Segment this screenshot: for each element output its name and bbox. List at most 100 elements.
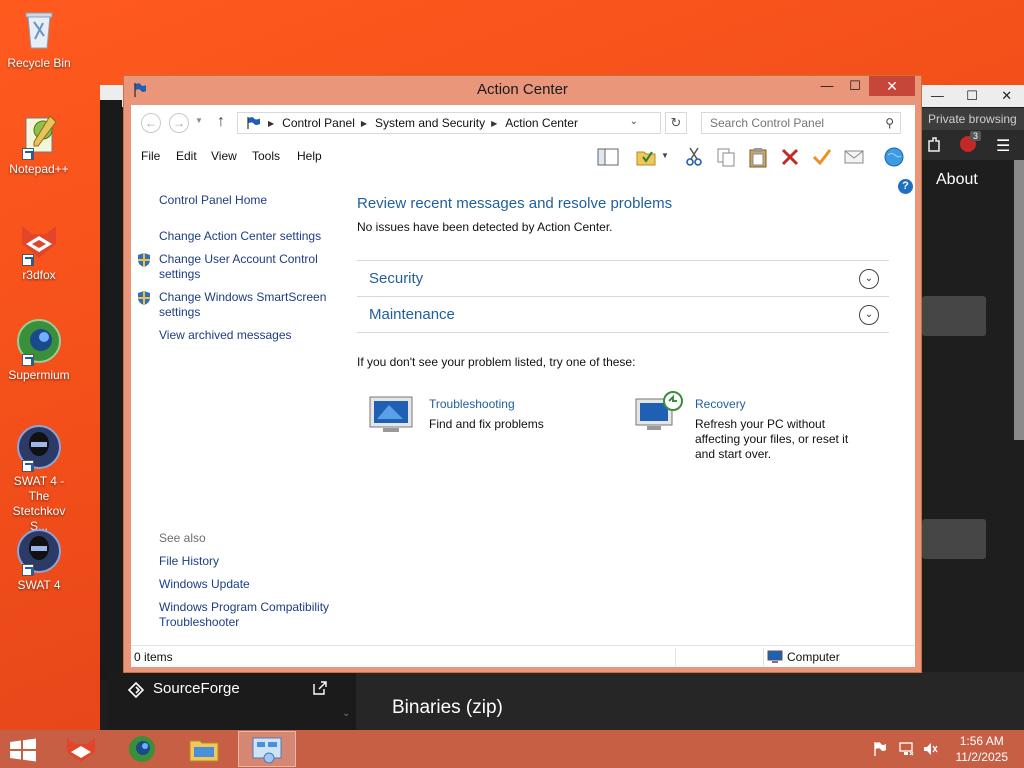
taskbar: 1:56 AM 11/2/2025 (0, 730, 1024, 768)
taskbar-r3dfox[interactable] (52, 731, 110, 767)
desktop-icon-label: Supermium (8, 368, 70, 382)
troubleshooting-link[interactable]: Troubleshooting (429, 397, 515, 411)
action-center-window: Action Center — ☐ ✕ ← → ▼ ↑ ▶ Control Pa… (123, 75, 922, 673)
background-scrollbar[interactable] (1014, 160, 1024, 440)
menu-file[interactable]: File (141, 149, 160, 163)
properties-checkmark-icon[interactable] (811, 146, 833, 168)
sourceforge-logo-icon (128, 682, 144, 698)
help-icon[interactable]: ? (898, 179, 913, 194)
external-link-icon[interactable] (312, 680, 328, 696)
sidebar-link-change-action-center-settings[interactable]: Change Action Center settings (159, 229, 321, 244)
desktop-icon-recycle-bin[interactable]: Recycle Bin (4, 6, 74, 71)
troubleshooting-description: Find and fix problems (429, 417, 544, 431)
back-button[interactable]: ← (141, 113, 161, 133)
sidebar-link-change-smartscreen-settings[interactable]: Change Windows SmartScreen settings (159, 290, 334, 320)
background-panel (922, 519, 986, 559)
see-also-file-history-link[interactable]: File History (159, 554, 219, 569)
see-also-windows-update-link[interactable]: Windows Update (159, 577, 250, 592)
sidebar-link-change-uac-settings[interactable]: Change User Account Control settings (159, 252, 334, 282)
breadcrumb-system-and-security[interactable]: System and Security (375, 116, 485, 130)
recent-locations-dropdown[interactable]: ▼ (195, 116, 203, 125)
email-icon[interactable] (843, 146, 865, 168)
private-browsing-label: Private browsing (922, 108, 1024, 130)
chevron-down-icon: ⌄ (342, 708, 351, 719)
menu-help[interactable]: Help (297, 149, 322, 163)
close-icon[interactable]: ✕ (989, 86, 1024, 106)
sidebar-link-view-archived-messages[interactable]: View archived messages (159, 328, 292, 343)
r3dfox-icon (16, 218, 62, 266)
up-button[interactable]: ↑ (217, 113, 225, 131)
paste-icon[interactable] (747, 146, 769, 168)
window-client-area: ← → ▼ ↑ ▶ Control Panel ▶ System and Sec… (131, 105, 915, 667)
taskbar-file-explorer[interactable] (176, 731, 234, 767)
recovery-link[interactable]: Recovery (695, 397, 746, 411)
shortcut-arrow-icon (22, 354, 34, 366)
control-panel-home-link[interactable]: Control Panel Home (159, 193, 267, 208)
recovery-description: Refresh your PC without affecting your f… (695, 417, 849, 461)
volume-muted-icon[interactable] (922, 741, 938, 757)
expand-chevron-icon[interactable]: ⌄ (859, 269, 879, 289)
swat4-icon (16, 528, 62, 576)
breadcrumb-action-center[interactable]: Action Center (505, 116, 578, 130)
search-icon[interactable]: ⚲ (885, 116, 894, 130)
maintenance-section-label[interactable]: Maintenance (369, 306, 455, 323)
menu-tools[interactable]: Tools (252, 149, 280, 163)
extensions-icon[interactable] (926, 136, 942, 154)
binaries-heading-area: Binaries (zip) (356, 672, 1024, 730)
menu-edit[interactable]: Edit (176, 149, 197, 163)
refresh-button[interactable]: ↻ (665, 112, 687, 134)
delete-icon[interactable] (779, 146, 801, 168)
search-box: ⚲ (701, 112, 901, 134)
expand-chevron-icon[interactable]: ⌄ (859, 305, 879, 325)
see-also-compatibility-troubleshooter-link[interactable]: Windows Program Compatibility Troublesho… (159, 600, 334, 630)
security-section-label[interactable]: Security (369, 270, 423, 287)
file-explorer-icon (189, 740, 219, 762)
desktop-icon-swat4[interactable]: SWAT 4 (4, 528, 74, 593)
breadcrumb-control-panel[interactable]: Control Panel (282, 116, 355, 130)
menu-view[interactable]: View (211, 149, 237, 163)
forward-button[interactable]: → (169, 113, 189, 133)
hamburger-menu-icon[interactable]: ☰ (996, 136, 1010, 156)
page-heading: Review recent messages and resolve probl… (357, 195, 673, 212)
globe-icon[interactable] (883, 146, 905, 168)
address-dropdown-icon[interactable]: ⌄ (630, 116, 638, 127)
menu-bar: File Edit View Tools Help ▼ ? (131, 141, 915, 194)
maximize-icon[interactable]: ☐ (955, 86, 990, 106)
chevron-down-icon[interactable]: ▼ (661, 151, 669, 160)
address-bar[interactable]: ▶ Control Panel ▶ System and Security ▶ … (237, 112, 661, 134)
minimize-button[interactable]: — (813, 76, 841, 96)
taskbar-supermium[interactable] (114, 731, 172, 767)
desktop-icon-supermium[interactable]: Supermium (4, 318, 74, 383)
maximize-button[interactable]: ☐ (841, 76, 869, 96)
computer-icon (767, 650, 783, 663)
recycle-bin-icon (16, 6, 62, 52)
minimize-icon[interactable]: — (920, 86, 955, 106)
windows-start-icon[interactable] (8, 738, 38, 762)
background-browser-toolbar: 3 ☰ (922, 130, 1024, 160)
background-browser-window-controls: — ☐ ✕ (920, 86, 1024, 106)
try-these-text: If you don't see your problem listed, tr… (357, 355, 636, 369)
background-panel (922, 296, 986, 336)
sourceforge-label[interactable]: SourceForge (153, 680, 240, 697)
action-center-flag-icon[interactable] (872, 741, 888, 757)
background-browser-left-edge (100, 100, 122, 680)
desktop-icon-r3dfox[interactable]: r3dfox (4, 218, 74, 283)
close-button[interactable]: ✕ (869, 76, 915, 96)
status-bar: 0 items Computer (131, 645, 915, 667)
about-link[interactable]: About (922, 160, 1012, 200)
desktop-icon-notepadpp[interactable]: Notepad++ (4, 112, 74, 177)
clock[interactable]: 1:56 AM 11/2/2025 (956, 733, 1009, 765)
maintenance-section[interactable]: Maintenance ⌄ (357, 296, 889, 332)
network-icon[interactable] (898, 741, 914, 757)
cut-icon[interactable] (683, 146, 705, 168)
desktop-icon-swat4-stetchkov[interactable]: SWAT 4 - The Stetchkov S... (4, 424, 74, 534)
sourceforge-bar: SourceForge ⌄ (108, 672, 356, 730)
layout-pane-icon[interactable] (597, 146, 619, 168)
extension-badge: 3 (970, 131, 982, 141)
copy-icon[interactable] (715, 146, 737, 168)
address-row: ← → ▼ ↑ ▶ Control Panel ▶ System and Sec… (131, 105, 915, 141)
folder-options-icon[interactable] (635, 146, 657, 168)
taskbar-control-panel[interactable] (238, 731, 296, 767)
search-input[interactable] (702, 113, 872, 133)
security-section[interactable]: Security ⌄ (357, 260, 889, 296)
